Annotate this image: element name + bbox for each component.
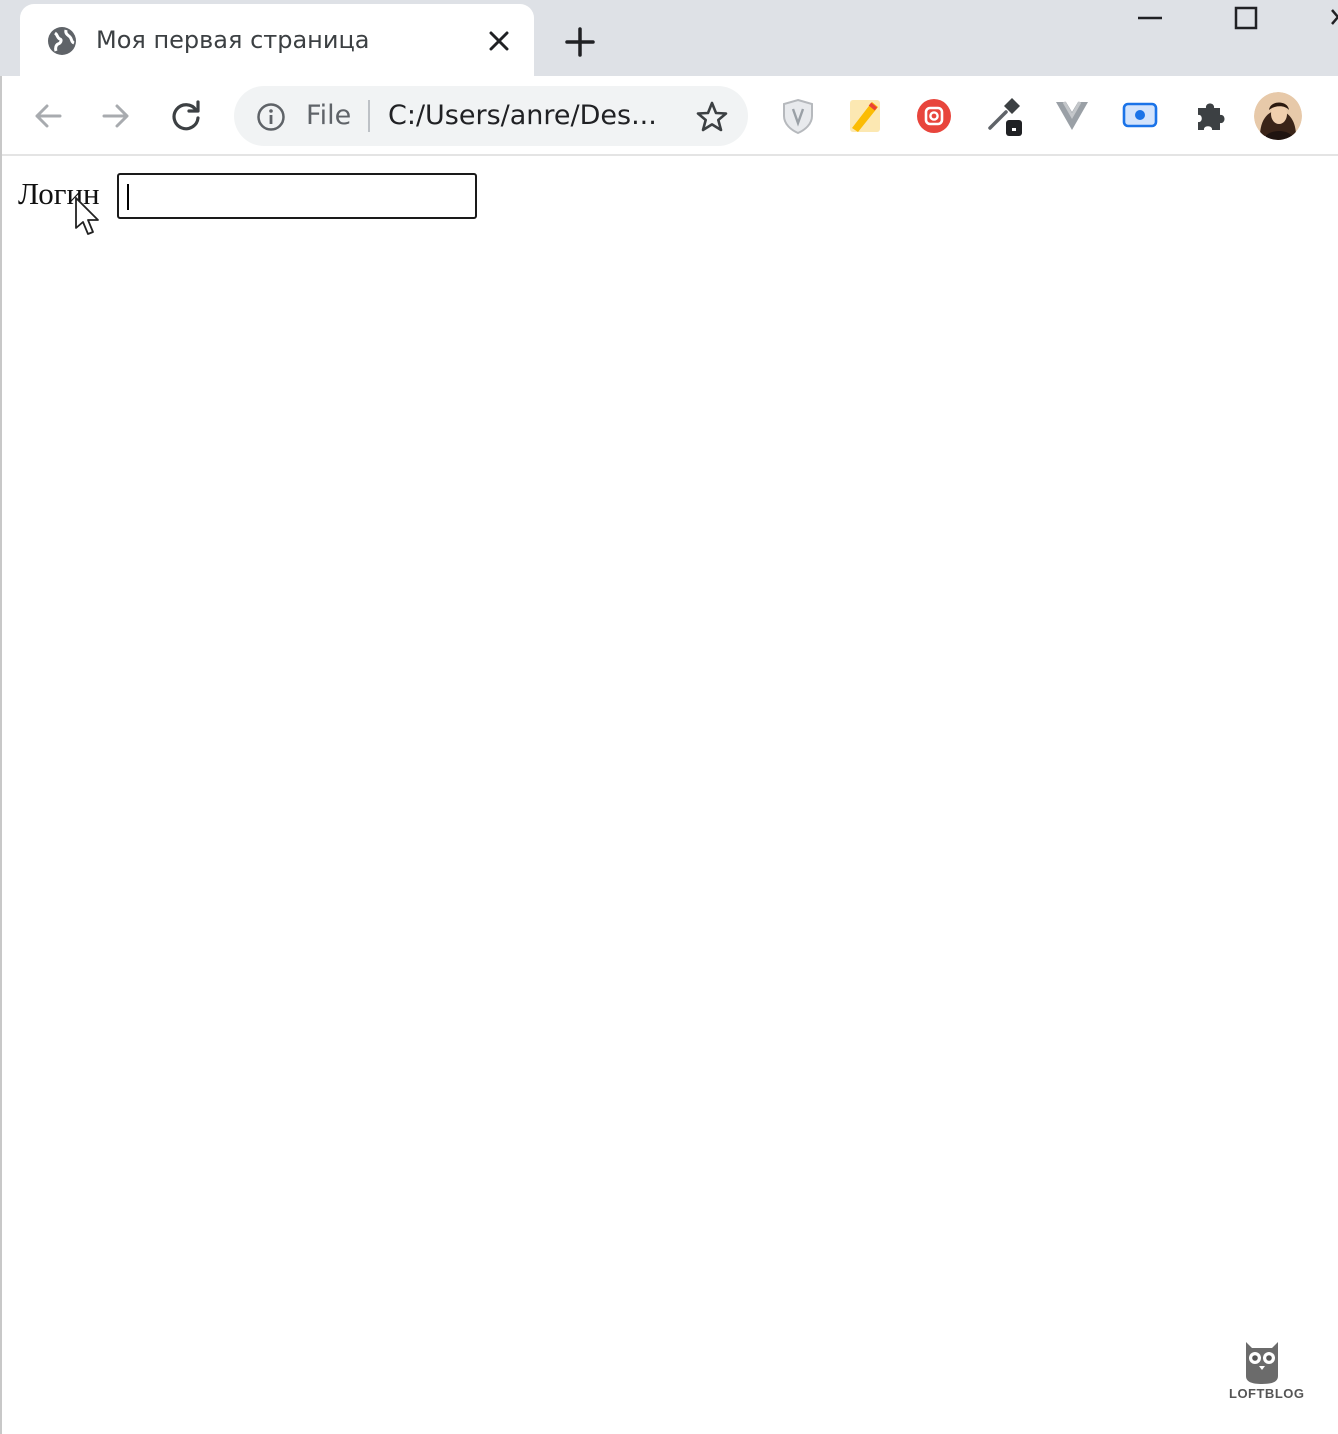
shield-extension-icon[interactable] [776, 94, 820, 138]
text-caret [127, 184, 129, 210]
forward-arrow-icon[interactable] [96, 96, 136, 136]
minimize-icon[interactable] [1130, 4, 1170, 36]
mouse-pointer-icon [75, 197, 99, 235]
screen-capture-extension-icon[interactable] [1118, 94, 1162, 138]
browser-toolbar: File C:/Users/anre/Des... [0, 76, 1338, 156]
reload-icon[interactable] [166, 96, 206, 136]
window-left-border [0, 76, 2, 1434]
info-icon[interactable] [256, 102, 286, 132]
page-content: Логин [0, 158, 1338, 1434]
scheme-label: File [306, 100, 352, 131]
globe-icon [48, 27, 76, 55]
highlighter-extension-icon[interactable] [842, 94, 886, 138]
new-tab-icon[interactable] [562, 24, 598, 60]
close-icon[interactable] [1318, 4, 1338, 36]
tab-strip: Моя первая страница [0, 0, 1338, 76]
star-icon[interactable] [694, 99, 730, 135]
login-input[interactable] [117, 173, 477, 219]
profile-avatar[interactable] [1254, 92, 1302, 140]
tab-close-icon[interactable] [486, 28, 512, 54]
back-arrow-icon[interactable] [28, 96, 68, 136]
address-bar[interactable]: File C:/Users/anre/Des... [234, 86, 748, 146]
omnibox-divider [368, 100, 370, 132]
eyedropper-extension-icon[interactable] [982, 94, 1026, 138]
maximize-icon[interactable] [1226, 4, 1266, 36]
tab-active[interactable]: Моя первая страница [20, 4, 534, 76]
camera-extension-icon[interactable] [912, 94, 956, 138]
vue-devtools-icon[interactable] [1050, 94, 1094, 138]
url-text[interactable]: C:/Users/anre/Des... [388, 100, 657, 131]
puzzle-extensions-icon[interactable] [1188, 94, 1232, 138]
tab-title: Моя первая страница [96, 26, 370, 54]
watermark-text: LOFTBLOG [1229, 1386, 1305, 1401]
